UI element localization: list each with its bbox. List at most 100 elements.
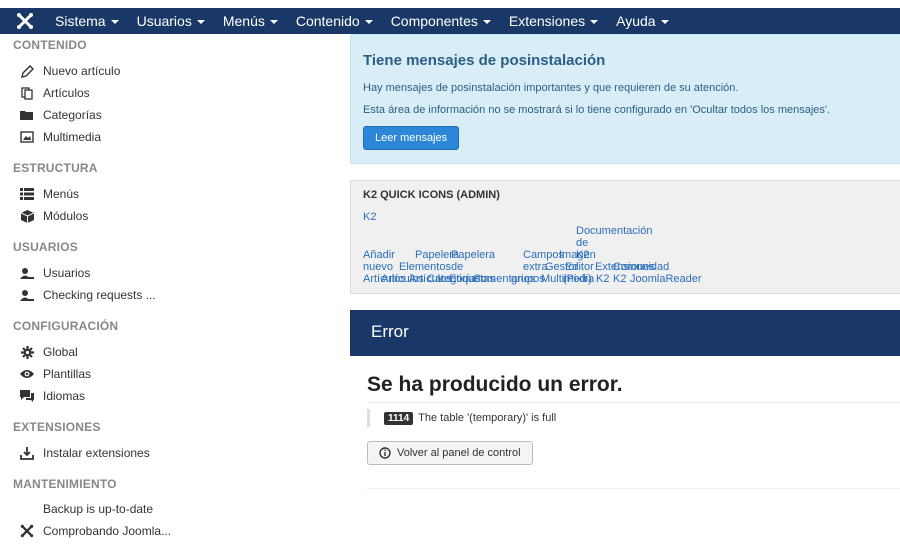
menu-componentes[interactable]: Componentes: [382, 8, 500, 34]
menu-label: Extensiones: [508, 13, 586, 29]
k2-quick-icons-panel: K2 QUICK ICONS (ADMIN) K2 Documentación …: [350, 180, 900, 294]
sidebar-item-usuarios[interactable]: Usuarios: [19, 263, 90, 283]
divider: [367, 488, 900, 489]
sidebar-item-label: Usuarios: [43, 266, 91, 280]
error-title: Se ha producido un error.: [367, 373, 623, 396]
k2-pixlr-link[interactable]: (Pixlr): [563, 273, 592, 285]
sidebar-item-label: Global: [43, 345, 78, 359]
sidebar-heading-estructura: ESTRUCTURA: [13, 161, 98, 175]
menu-ayuda[interactable]: Ayuda: [607, 8, 677, 34]
postinstall-line-2: Esta área de información no se mostrará …: [363, 104, 831, 116]
postinstall-line-1: Hay mensajes de posinstalación important…: [363, 82, 739, 94]
k2-items-link[interactable]: Elementos: [399, 261, 451, 273]
folder-icon: [19, 107, 35, 123]
sidebar-heading-usuarios: USUARIOS: [13, 240, 78, 254]
k2-doc-link-de[interactable]: de: [576, 237, 588, 249]
error-message-text: The table '(temporary)' is full: [418, 412, 557, 424]
menu-label: Contenido: [295, 13, 360, 29]
k2-k2-link-b[interactable]: K2: [613, 273, 626, 285]
caret-down-icon: [364, 20, 373, 24]
sidebar-item-label: Módulos: [43, 209, 89, 223]
k2-doc-link[interactable]: Documentación: [576, 225, 652, 237]
sidebar-item-label: Multimedia: [43, 130, 102, 144]
caret-down-icon: [110, 20, 119, 24]
k2-image-editor-link[interactable]: Imagen: [559, 249, 596, 261]
sidebar-item-label: Checking requests ...: [43, 288, 156, 302]
list-icon: [19, 186, 35, 202]
blank-icon: [19, 501, 35, 517]
sidebar-item-nuevo-articulo[interactable]: Nuevo artículo: [19, 61, 120, 81]
sidebar-item-label: Plantillas: [43, 367, 92, 381]
sidebar: CONTENIDO Nuevo artículo Artículos Categ…: [0, 34, 340, 548]
sidebar-item-comprobando-joomla[interactable]: Comprobando Joomla...: [19, 521, 171, 541]
read-messages-button[interactable]: Leer mensajes: [363, 126, 460, 150]
sidebar-item-menus[interactable]: Menús: [19, 184, 79, 204]
menu-extensiones[interactable]: Extensiones: [500, 8, 607, 34]
sidebar-heading-mantenimiento: MANTENIMIENTO: [13, 477, 117, 491]
sidebar-item-label: Idiomas: [43, 389, 86, 403]
comments-icon: [19, 388, 35, 404]
menu-usuarios[interactable]: Usuarios: [128, 8, 214, 34]
sidebar-item-categorias[interactable]: Categorías: [19, 105, 102, 125]
sidebar-item-label: Instalar extensiones: [43, 446, 150, 460]
users-icon: [19, 265, 35, 281]
joomla-logo-icon[interactable]: [10, 8, 40, 34]
k2-add-item-link-2[interactable]: nuevo: [363, 261, 393, 273]
caret-down-icon: [590, 20, 599, 24]
sidebar-item-label: Comprobando Joomla...: [43, 524, 172, 538]
sidebar-heading-configuracion: CONFIGURACIÓN: [13, 319, 119, 333]
cog-icon: [19, 344, 35, 360]
pencil-icon: [19, 63, 35, 79]
k2-link[interactable]: K2: [363, 211, 376, 223]
menu-menus[interactable]: Menús: [214, 8, 287, 34]
sidebar-item-multimedia[interactable]: Multimedia: [19, 127, 101, 147]
image-icon: [19, 129, 35, 145]
k2-k2-link-a[interactable]: K2: [596, 273, 609, 285]
k2-trash-categories-link-2[interactable]: de: [451, 261, 463, 273]
menu-contenido[interactable]: Contenido: [287, 8, 382, 34]
k2-groups-link[interactable]: grupos: [511, 273, 545, 285]
menu-label: Menús: [222, 13, 265, 29]
k2-extra-fields-link-2[interactable]: extra: [523, 261, 547, 273]
cube-icon: [19, 208, 35, 224]
postinstall-alert: Tiene mensajes de posinstalación Hay men…: [350, 34, 900, 164]
sidebar-item-backup[interactable]: Backup is up-to-date: [19, 499, 153, 519]
sidebar-item-global[interactable]: Global: [19, 342, 78, 362]
error-header-title: Error: [371, 322, 409, 341]
error-header-bar: Error: [350, 310, 900, 356]
sidebar-item-articulos[interactable]: Artículos: [19, 83, 90, 103]
sidebar-item-label: Artículos: [43, 86, 90, 100]
sidebar-item-plantillas[interactable]: Plantillas: [19, 364, 91, 384]
users-icon: [19, 287, 35, 303]
top-navbar: Sistema Usuarios Menús Contenido Compone…: [0, 8, 900, 34]
k2-image-editor-link-2[interactable]: Editor: [565, 261, 594, 273]
sidebar-item-instalar-extensiones[interactable]: Instalar extensiones: [19, 443, 150, 463]
k2-panel-heading: K2 QUICK ICONS (ADMIN): [363, 189, 500, 201]
joomla-icon: [19, 523, 35, 539]
back-to-control-panel-button[interactable]: Volver al panel de control: [367, 441, 533, 465]
sidebar-item-label: Nuevo artículo: [43, 64, 121, 78]
k2-trash-categories-link[interactable]: Papelera: [451, 249, 495, 261]
sidebar-item-label: Backup is up-to-date: [43, 502, 154, 516]
menu-label: Sistema: [55, 13, 106, 29]
sidebar-heading-extensiones: EXTENSIONES: [13, 420, 101, 434]
caret-down-icon: [660, 20, 669, 24]
sidebar-item-idiomas[interactable]: Idiomas: [19, 386, 85, 406]
menu-label: Usuarios: [136, 13, 192, 29]
eye-icon: [19, 366, 35, 382]
menu-sistema[interactable]: Sistema: [46, 8, 128, 34]
k2-community-link[interactable]: Comunidad: [613, 261, 669, 273]
error-code-badge: 1114: [384, 411, 414, 425]
divider: [367, 402, 900, 403]
k2-joomlareader-link[interactable]: JoomlaReader: [630, 273, 702, 285]
sidebar-item-checking-requests[interactable]: Checking requests ...: [19, 285, 156, 305]
menu-label: Componentes: [390, 13, 478, 29]
postinstall-title: Tiene mensajes de posinstalación: [363, 52, 606, 69]
k2-add-item-link[interactable]: Añadir: [363, 249, 395, 261]
sidebar-item-modulos[interactable]: Módulos: [19, 206, 88, 226]
sidebar-item-label: Categorías: [43, 108, 102, 122]
sidebar-item-label: Menús: [43, 187, 80, 201]
k2-extra-fields-link[interactable]: Campos: [523, 249, 564, 261]
copy-icon: [19, 85, 35, 101]
menu-label: Ayuda: [616, 13, 656, 29]
